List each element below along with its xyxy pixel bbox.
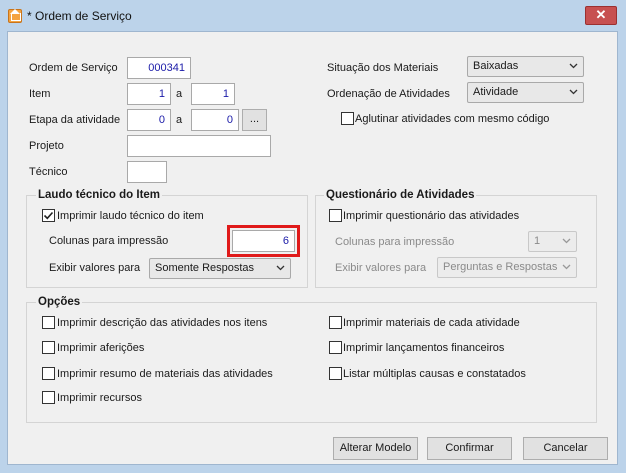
ordem-field[interactable]: 000341 [127, 57, 191, 79]
laudo-exibir-select[interactable]: Somente Respostas [149, 258, 291, 279]
chevron-down-icon [569, 63, 578, 69]
app-home-icon [8, 9, 22, 23]
window-title: * Ordem de Serviço [27, 9, 132, 23]
situacao-select[interactable]: Baixadas [467, 56, 584, 77]
opcoes-group-title: Opções [36, 296, 83, 308]
dialog-body: Ordem de Serviço 000341 Item 1 a 1 Etapa… [7, 31, 618, 465]
item-to-field[interactable]: 1 [191, 83, 235, 105]
etapa-label: Etapa da atividade [29, 114, 121, 126]
opcao-checkbox[interactable] [329, 341, 342, 354]
etapa-range-separator: a [176, 114, 183, 126]
opcao-checkbox[interactable] [42, 316, 55, 329]
opcao-checkbox[interactable] [42, 367, 55, 380]
aglutinar-checkbox[interactable] [341, 112, 354, 125]
laudo-imprimir-checkbox[interactable] [42, 209, 55, 222]
opcao-label: Imprimir descrição das atividades nos it… [57, 317, 268, 329]
tecnico-field[interactable] [127, 161, 167, 183]
opcao-label: Imprimir resumo de materiais das ativida… [57, 368, 273, 380]
laudo-exibir-label: Exibir valores para [49, 262, 141, 274]
questionario-colunas-label: Colunas para impressão [335, 236, 455, 248]
laudo-exibir-value: Somente Respostas [155, 262, 255, 274]
checkmark-icon [43, 211, 54, 220]
tecnico-label: Técnico [29, 166, 68, 178]
opcao-label: Imprimir aferições [57, 342, 145, 354]
confirmar-button[interactable]: Confirmar [427, 437, 512, 460]
questionario-exibir-label: Exibir valores para [335, 262, 427, 274]
questionario-imprimir-checkbox[interactable] [329, 209, 342, 222]
projeto-field[interactable] [127, 135, 271, 157]
laudo-group-title: Laudo técnico do Item [36, 189, 163, 201]
projeto-label: Projeto [29, 140, 64, 152]
situacao-label: Situação dos Materiais [327, 62, 439, 74]
opcao-label: Imprimir lançamentos financeiros [343, 342, 505, 354]
etapa-to-field[interactable]: 0 [191, 109, 239, 131]
situacao-value: Baixadas [473, 60, 519, 72]
questionario-exibir-select[interactable]: Perguntas e Respostas [437, 257, 577, 278]
chevron-down-icon [569, 89, 578, 95]
chevron-down-icon [562, 264, 571, 270]
opcao-checkbox[interactable] [42, 391, 55, 404]
laudo-colunas-label: Colunas para impressão [49, 235, 169, 247]
ordenacao-value: Atividade [473, 86, 519, 98]
opcao-label: Imprimir recursos [57, 392, 142, 404]
chevron-down-icon [276, 265, 285, 271]
questionario-imprimir-label: Imprimir questionário das atividades [343, 210, 520, 222]
ordenacao-select[interactable]: Atividade [467, 82, 584, 103]
item-label: Item [29, 88, 51, 100]
opcao-checkbox[interactable] [42, 341, 55, 354]
item-from-field[interactable]: 1 [127, 83, 171, 105]
close-button[interactable]: ✕ [585, 6, 617, 25]
opcao-label: Imprimir materiais de cada atividade [343, 317, 520, 329]
questionario-group-title: Questionário de Atividades [324, 189, 477, 201]
questionario-colunas-select[interactable]: 1 [528, 231, 577, 252]
chevron-down-icon [562, 238, 571, 244]
ordem-label: Ordem de Serviço [29, 62, 118, 74]
opcao-label: Listar múltiplas causas e constatados [343, 368, 526, 380]
alterar-modelo-button[interactable]: Alterar Modelo [333, 437, 418, 460]
etapa-browse-button[interactable]: ... [242, 109, 267, 131]
ordenacao-label: Ordenação de Atividades [327, 88, 450, 100]
opcao-checkbox[interactable] [329, 316, 342, 329]
etapa-from-field[interactable]: 0 [127, 109, 171, 131]
title-bar: * Ordem de Serviço ✕ [0, 0, 626, 31]
cancelar-button[interactable]: Cancelar [523, 437, 608, 460]
opcao-checkbox[interactable] [329, 367, 342, 380]
questionario-colunas-value: 1 [534, 235, 541, 247]
questionario-exibir-value: Perguntas e Respostas [443, 261, 558, 273]
item-range-separator: a [176, 88, 183, 100]
aglutinar-label: Aglutinar atividades com mesmo código [355, 113, 550, 125]
laudo-imprimir-label: Imprimir laudo técnico do item [57, 210, 204, 222]
laudo-colunas-field[interactable]: 6 [232, 230, 295, 252]
